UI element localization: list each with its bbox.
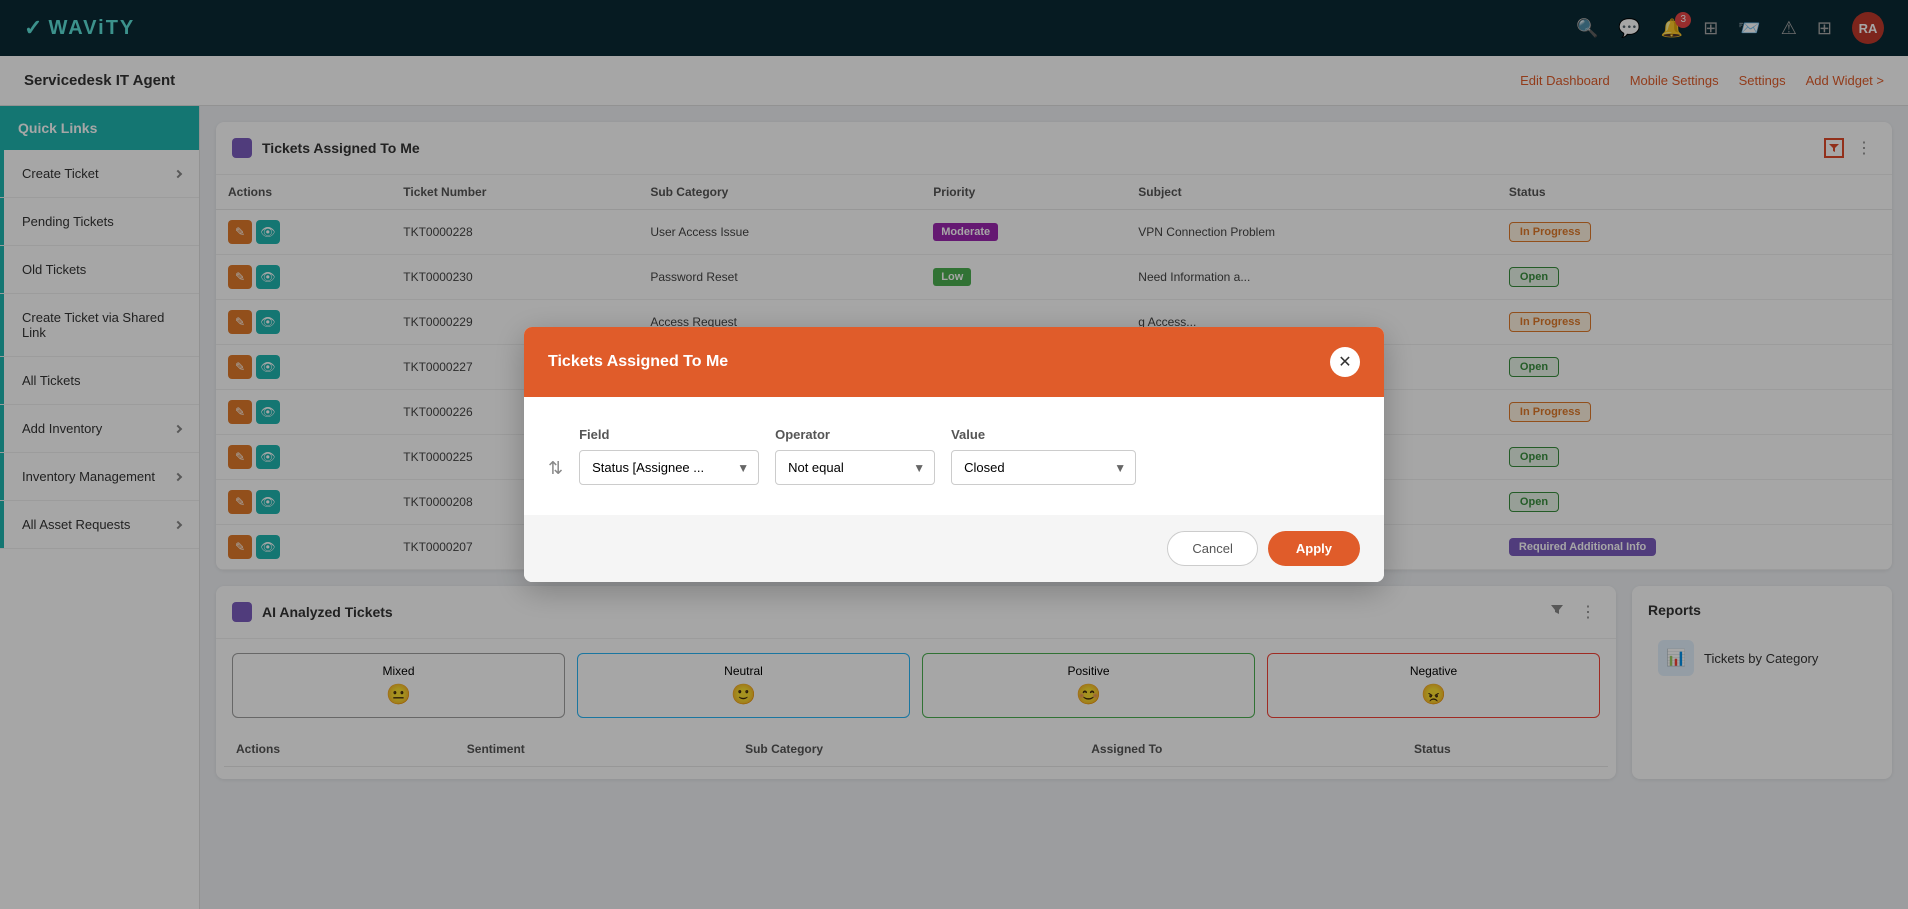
modal-footer: Cancel Apply [524, 515, 1384, 582]
operator-label: Operator [775, 427, 935, 442]
value-select-wrapper: Closed Open In Progress Required Additio… [951, 450, 1136, 485]
filter-value-group: Value Closed Open In Progress Required A… [951, 427, 1136, 485]
modal-close-button[interactable]: ✕ [1330, 347, 1360, 377]
modal-body: ⇅ Field Status [Assignee ... Priority Ti… [524, 397, 1384, 515]
field-select-wrapper: Status [Assignee ... Priority Ticket Num… [579, 450, 759, 485]
value-label: Value [951, 427, 1136, 442]
operator-select[interactable]: Not equal Equal Contains Does not contai… [775, 450, 935, 485]
apply-button[interactable]: Apply [1268, 531, 1360, 566]
filter-field-group: Field Status [Assignee ... Priority Tick… [579, 427, 759, 485]
sort-icon[interactable]: ⇅ [548, 458, 563, 479]
filter-modal: Tickets Assigned To Me ✕ ⇅ Field Status … [524, 327, 1384, 582]
filter-row: ⇅ Field Status [Assignee ... Priority Ti… [548, 427, 1360, 485]
field-label: Field [579, 427, 759, 442]
value-select[interactable]: Closed Open In Progress Required Additio… [951, 450, 1136, 485]
modal-title: Tickets Assigned To Me [548, 353, 728, 371]
field-select[interactable]: Status [Assignee ... Priority Ticket Num… [579, 450, 759, 485]
filter-operator-group: Operator Not equal Equal Contains Does n… [775, 427, 935, 485]
modal-overlay[interactable]: Tickets Assigned To Me ✕ ⇅ Field Status … [0, 0, 1908, 909]
modal-header: Tickets Assigned To Me ✕ [524, 327, 1384, 397]
operator-select-wrapper: Not equal Equal Contains Does not contai… [775, 450, 935, 485]
cancel-button[interactable]: Cancel [1167, 531, 1257, 566]
